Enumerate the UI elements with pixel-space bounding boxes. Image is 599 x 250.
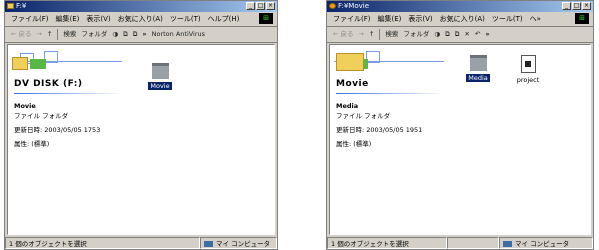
divider bbox=[14, 93, 124, 94]
menu-tools[interactable]: ツール(T) bbox=[492, 12, 523, 26]
status-location: マイ コンピュータ bbox=[200, 237, 277, 249]
selected-item-type: ファイル フォルダ bbox=[336, 112, 391, 120]
status-selection: 1 個のオブジェクトを選択 bbox=[327, 237, 447, 249]
menu-help[interactable]: ヘ» bbox=[530, 12, 541, 26]
toolbar-more-button[interactable]: » bbox=[485, 27, 489, 42]
toolbar-separator bbox=[379, 29, 381, 40]
menu-view[interactable]: 表示(V) bbox=[86, 12, 110, 26]
menu-tools[interactable]: ツール(T) bbox=[170, 12, 201, 26]
minimize-button[interactable]: _ bbox=[562, 2, 571, 10]
webview-banner bbox=[12, 51, 122, 77]
folder-item-label: Movie bbox=[148, 82, 172, 90]
menu-file[interactable]: ファイル(F) bbox=[333, 12, 371, 26]
menu-bar: ファイル(F) 編集(E) 表示(V) お気に入り(A) ツール(T) ヘルプ(… bbox=[5, 12, 277, 27]
document-icon bbox=[520, 55, 536, 73]
menu-bar: ファイル(F) 編集(E) 表示(V) お気に入り(A) ツール(T) ヘ» ⊞ bbox=[327, 12, 593, 27]
minimize-button[interactable]: _ bbox=[246, 2, 255, 10]
webview-banner bbox=[334, 51, 444, 77]
up-button[interactable]: ↑ bbox=[369, 27, 374, 42]
toolbar: ← 戻る → ↑ 検索 フォルダ ◑ ⧉ ⧉ ✕ ↶ » bbox=[327, 27, 593, 43]
menu-file[interactable]: ファイル(F) bbox=[11, 12, 49, 26]
explorer-window-f-drive: F:¥ _ □ × ファイル(F) 編集(E) 表示(V) お気に入り(A) ツ… bbox=[4, 0, 278, 250]
divider bbox=[336, 93, 446, 94]
my-computer-icon bbox=[503, 241, 512, 247]
menu-edit[interactable]: 編集(E) bbox=[56, 12, 80, 26]
up-button[interactable]: ↑ bbox=[47, 27, 52, 42]
open-folder-icon bbox=[336, 53, 364, 71]
selected-item-type: ファイル フォルダ bbox=[14, 112, 69, 120]
explorer-window-movie: F:¥Movie _ □ × ファイル(F) 編集(E) 表示(V) お気に入り… bbox=[326, 0, 594, 250]
windows-logo-icon: ⊞ bbox=[575, 13, 589, 24]
toolbar: ← 戻る → ↑ 検索 フォルダ ◑ ⧉ ⧉ » Norton AntiViru… bbox=[5, 27, 277, 43]
selected-item-name: Movie bbox=[14, 102, 36, 110]
windows-logo-icon: ⊞ bbox=[259, 13, 273, 24]
status-empty-cell bbox=[447, 237, 499, 249]
folder-content-pane: DV DISK (F:) Movie ファイル フォルダ 更新日時: 2003/… bbox=[7, 44, 275, 235]
folder-icon bbox=[329, 3, 336, 9]
back-button[interactable]: ← 戻る bbox=[11, 27, 32, 42]
folder-item-media[interactable]: Media bbox=[460, 55, 496, 82]
copy-to-icon[interactable]: ⧉ bbox=[133, 27, 138, 42]
close-button[interactable]: × bbox=[582, 2, 591, 10]
status-location-label: マイ コンピュータ bbox=[515, 240, 570, 248]
title-bar[interactable]: F:¥Movie _ □ × bbox=[327, 1, 593, 12]
selected-item-modified: 更新日時: 2003/05/05 1753 bbox=[14, 126, 101, 134]
undo-icon[interactable]: ↶ bbox=[475, 27, 480, 42]
forward-button[interactable]: → bbox=[359, 27, 364, 42]
delete-icon[interactable]: ✕ bbox=[464, 27, 469, 42]
selected-item-attributes: 属性: (標準) bbox=[14, 140, 50, 148]
folder-icon bbox=[151, 63, 169, 79]
search-button[interactable]: 検索 bbox=[385, 27, 398, 42]
norton-antivirus-button[interactable]: Norton AntiVirus bbox=[152, 27, 205, 42]
maximize-button[interactable]: □ bbox=[256, 2, 265, 10]
folders-button[interactable]: フォルダ bbox=[403, 27, 429, 42]
move-to-icon[interactable]: ⧉ bbox=[445, 27, 450, 42]
status-bar: 1 個のオブジェクトを選択 マイ コンピュータ bbox=[327, 237, 593, 249]
copy-to-icon[interactable]: ⧉ bbox=[455, 27, 460, 42]
title-bar[interactable]: F:¥ _ □ × bbox=[5, 1, 277, 12]
close-button[interactable]: × bbox=[266, 2, 275, 10]
selected-item-attributes: 属性: (標準) bbox=[336, 140, 372, 148]
folder-icon bbox=[469, 55, 487, 71]
search-button[interactable]: 検索 bbox=[63, 27, 76, 42]
selected-item-name: Media bbox=[336, 102, 359, 110]
menu-help[interactable]: ヘルプ(H) bbox=[208, 12, 240, 26]
folder-icon bbox=[7, 3, 14, 9]
menu-view[interactable]: 表示(V) bbox=[408, 12, 432, 26]
menu-favorites[interactable]: お気に入り(A) bbox=[440, 12, 485, 26]
toolbar-separator bbox=[57, 29, 59, 40]
history-icon[interactable]: ◑ bbox=[112, 27, 118, 42]
toolbar-more-button[interactable]: » bbox=[142, 27, 146, 42]
maximize-button[interactable]: □ bbox=[572, 2, 581, 10]
menu-edit[interactable]: 編集(E) bbox=[378, 12, 402, 26]
window-title: F:¥ bbox=[16, 2, 27, 10]
status-location: マイ コンピュータ bbox=[499, 237, 593, 249]
history-icon[interactable]: ◑ bbox=[434, 27, 440, 42]
pane-title: Movie bbox=[336, 79, 369, 89]
folder-item-label: Media bbox=[466, 74, 490, 82]
file-item-project[interactable]: project bbox=[510, 55, 546, 84]
selected-item-modified: 更新日時: 2003/05/05 1951 bbox=[336, 126, 423, 134]
forward-button[interactable]: → bbox=[37, 27, 42, 42]
status-bar: 1 個のオブジェクトを選択 マイ コンピュータ bbox=[5, 237, 277, 249]
pane-title: DV DISK (F:) bbox=[14, 79, 83, 89]
folder-content-pane: Movie Media ファイル フォルダ 更新日時: 2003/05/05 1… bbox=[329, 44, 591, 235]
drive-folder-icon bbox=[12, 57, 28, 70]
folders-button[interactable]: フォルダ bbox=[81, 27, 107, 42]
window-title: F:¥Movie bbox=[338, 2, 370, 10]
file-item-label: project bbox=[516, 76, 540, 84]
status-location-label: マイ コンピュータ bbox=[216, 240, 271, 248]
status-selection: 1 個のオブジェクトを選択 bbox=[5, 237, 200, 249]
my-computer-icon bbox=[204, 241, 213, 247]
folder-item-movie[interactable]: Movie bbox=[142, 63, 178, 90]
back-button[interactable]: ← 戻る bbox=[333, 27, 354, 42]
menu-favorites[interactable]: お気に入り(A) bbox=[118, 12, 163, 26]
move-to-icon[interactable]: ⧉ bbox=[123, 27, 128, 42]
